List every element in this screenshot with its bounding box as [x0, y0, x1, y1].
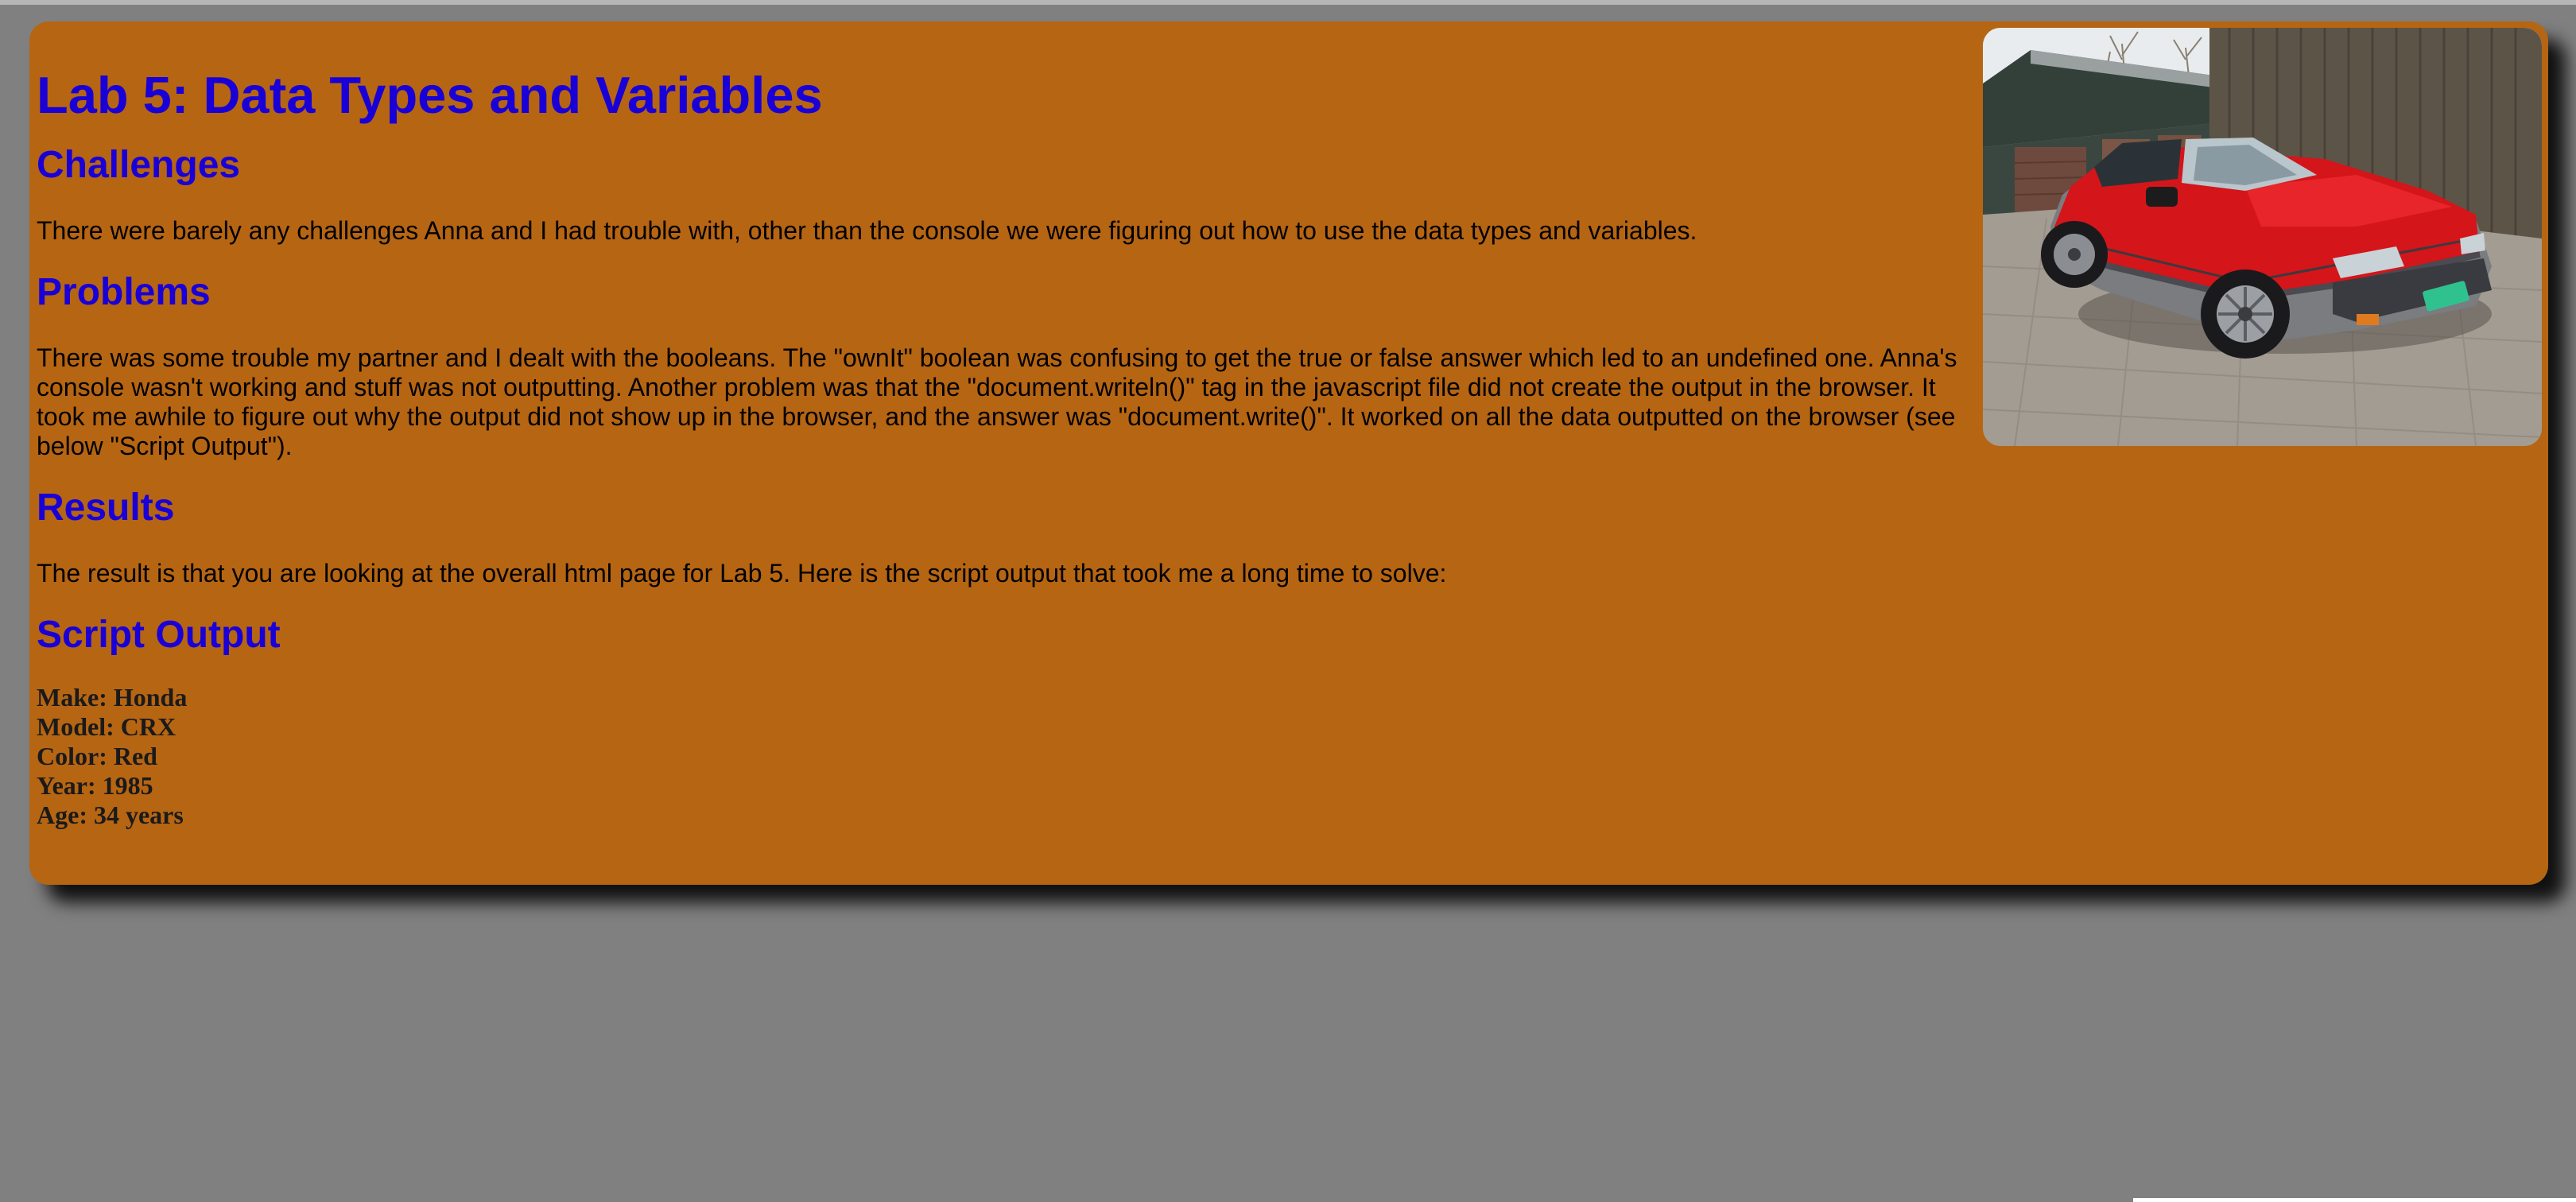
challenges-text: There were barely any challenges Anna an…: [37, 216, 1697, 245]
output-color: Color: Red: [37, 742, 157, 770]
results-text: The result is that you are looking at th…: [37, 559, 1447, 587]
page-title: Lab 5: Data Types and Variables: [37, 66, 823, 124]
lab-card: Lab 5: Data Types and Variables Challeng…: [29, 21, 2548, 885]
car-photo-illustration: [1983, 28, 2542, 446]
output-model: Model: CRX: [37, 712, 177, 741]
output-make: Make: Honda: [37, 683, 188, 712]
script-output: Make: Honda Model: CRX Color: Red Year: …: [37, 683, 1977, 830]
bottom-right-edge: [2133, 1198, 2576, 1202]
script-output-heading: Script Output: [37, 614, 281, 656]
lab-content: Lab 5: Data Types and Variables Challeng…: [37, 21, 1977, 830]
output-age: Age: 34 years: [37, 801, 184, 829]
problems-text: There was some trouble my partner and I …: [37, 343, 1957, 460]
output-year: Year: 1985: [37, 771, 153, 800]
problems-heading: Problems: [37, 271, 211, 313]
car-photo: [1983, 28, 2542, 446]
top-edge: [0, 0, 2576, 5]
page: Lab 5: Data Types and Variables Challeng…: [0, 0, 2576, 1202]
challenges-heading: Challenges: [37, 144, 241, 186]
results-heading: Results: [37, 487, 175, 529]
